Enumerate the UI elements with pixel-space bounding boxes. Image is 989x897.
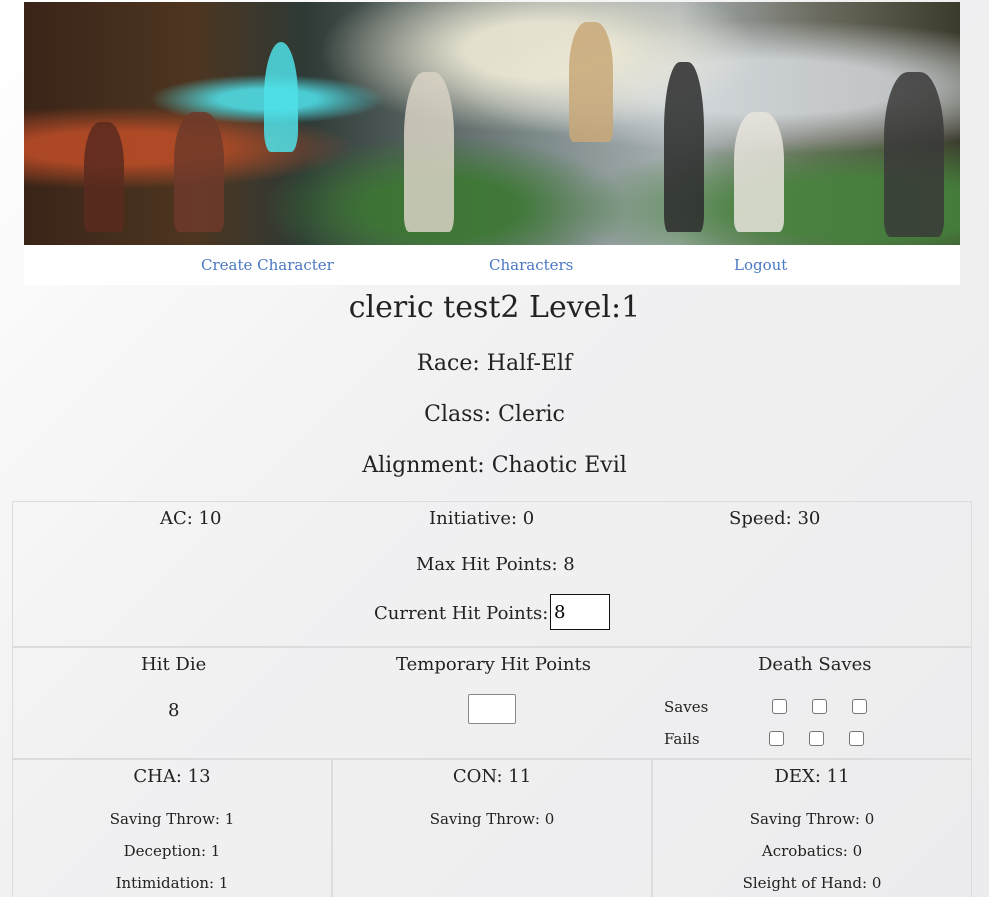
character-race: Race: Half-Elf (416, 351, 573, 376)
banner-figure (84, 122, 124, 232)
ability-score: CON: 11 (452, 766, 532, 787)
ability-skill: Acrobatics: 0 (761, 842, 863, 860)
armor-class: AC: 10 (160, 508, 222, 529)
hit-die-label: Hit Die (141, 654, 207, 675)
ability-score: DEX: 11 (774, 766, 850, 787)
ability-skill: Deception: 1 (123, 842, 221, 860)
initiative: Initiative: 0 (429, 508, 535, 529)
ability-skill: Saving Throw: 1 (109, 810, 235, 828)
death-saves-label: Death Saves (758, 654, 872, 675)
max-hit-points: Max Hit Points: 8 (416, 554, 575, 575)
speed: Speed: 30 (729, 508, 821, 529)
death-save-success-checkbox-3[interactable] (852, 699, 867, 714)
ability-score: CHA: 13 (133, 766, 211, 787)
vitals-panel: Hit Die 8 Temporary Hit Points Death Sav… (12, 647, 972, 759)
current-hit-points-input[interactable] (550, 594, 610, 630)
death-save-fail-checkbox-3[interactable] (849, 731, 864, 746)
ability-panel-con: CON: 11 Saving Throw: 0 (332, 759, 652, 897)
ability-skill: Saving Throw: 0 (749, 810, 875, 828)
death-saves-saves-label: Saves (664, 698, 709, 716)
banner-figure (404, 72, 454, 232)
banner-figure (664, 62, 704, 232)
banner-figure (734, 112, 784, 232)
banner-figure (569, 22, 613, 142)
hit-die-value: 8 (168, 700, 180, 721)
nav-create-character-link[interactable]: Create Character (201, 256, 334, 274)
ability-panel-cha: CHA: 13 Saving Throw: 1 Deception: 1 Int… (12, 759, 332, 897)
header-banner-image (24, 2, 960, 245)
top-nav: Create Character Characters Logout (24, 245, 960, 285)
banner-figure (174, 112, 224, 232)
character-class: Class: Cleric (424, 402, 565, 427)
ability-skill: Saving Throw: 0 (429, 810, 555, 828)
ability-skill: Intimidation: 1 (115, 874, 229, 892)
combat-stats-panel: AC: 10 Initiative: 0 Speed: 30 Max Hit P… (12, 501, 972, 647)
nav-logout-link[interactable]: Logout (734, 256, 787, 274)
character-alignment: Alignment: Chaotic Evil (362, 453, 627, 478)
temp-hit-points-label: Temporary Hit Points (396, 654, 591, 675)
ability-skill: Sleight of Hand: 0 (742, 874, 882, 892)
death-save-success-checkbox-2[interactable] (812, 699, 827, 714)
temp-hit-points-input[interactable] (468, 694, 516, 724)
current-hit-points-label: Current Hit Points: (374, 603, 549, 624)
death-save-success-checkbox-1[interactable] (772, 699, 787, 714)
death-save-fail-checkbox-2[interactable] (809, 731, 824, 746)
banner-figure (884, 72, 944, 237)
character-heading: cleric test2 Level:1 (348, 290, 641, 325)
ability-panel-dex: DEX: 11 Saving Throw: 0 Acrobatics: 0 Sl… (652, 759, 972, 897)
banner-crystal (264, 42, 298, 152)
nav-characters-link[interactable]: Characters (489, 256, 573, 274)
death-saves-fails-label: Fails (664, 730, 700, 748)
death-save-fail-checkbox-1[interactable] (769, 731, 784, 746)
